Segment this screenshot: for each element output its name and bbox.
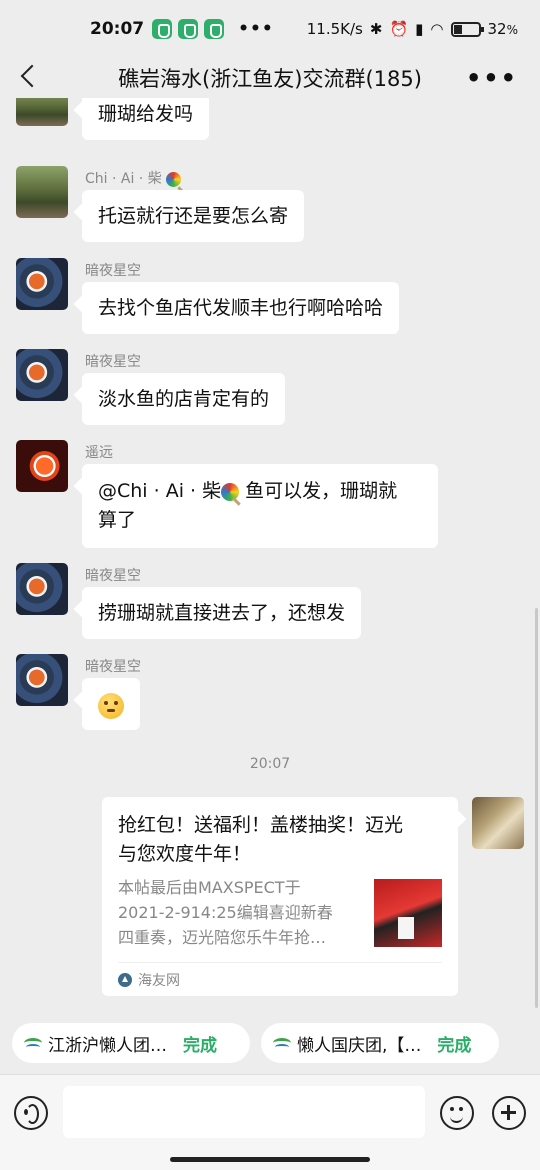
emoji-icon[interactable]: [440, 1096, 474, 1130]
avatar[interactable]: [16, 98, 68, 126]
more-icon[interactable]: •••: [466, 64, 518, 92]
lollipop-icon: [166, 171, 182, 187]
avatar[interactable]: [16, 166, 68, 218]
chat-list[interactable]: 珊瑚给发吗 Chi · Ai · 柴 托运就行还是要怎么寄 暗夜星空 去找个鱼店…: [0, 98, 540, 1012]
group-buy-icon: [24, 1038, 42, 1048]
sender-name: Chi · Ai · 柴: [85, 168, 182, 188]
thinking-face-icon: [98, 692, 124, 719]
message-input[interactable]: [63, 1086, 425, 1138]
mention[interactable]: @Chi · Ai · 柴: [98, 480, 221, 502]
message-line: 算了: [98, 509, 137, 531]
group-buy-icon: [273, 1038, 291, 1048]
voice-input-icon[interactable]: [14, 1096, 48, 1130]
message-bubble[interactable]: 去找个鱼店代发顺丰也行啊哈哈哈: [82, 282, 400, 334]
back-icon[interactable]: [14, 60, 44, 94]
shared-link-card[interactable]: 抢红包！送福利！盖楼抽奖！迈光 与您欢度牛年！ 本帖最后由MAXSPECT于 2…: [102, 797, 458, 996]
status-right: 11.5K/s ✱ ⏰ ▮ ◠ 32%: [307, 20, 518, 38]
alarm-icon: ⏰: [389, 20, 409, 38]
task-done-button[interactable]: 完成: [183, 1031, 217, 1056]
plus-icon[interactable]: [492, 1096, 526, 1130]
sender-name: 暗夜星空: [85, 568, 141, 584]
task-label: 江浙沪懒人团…: [48, 1035, 167, 1056]
floating-task-bar: 江浙沪懒人团… 完成 懒人国庆团,【… 完成: [0, 1012, 540, 1074]
battery-icon: [450, 21, 484, 37]
nav-bar: 礁岩海水(浙江鱼友)交流群(185) •••: [0, 58, 540, 98]
message-bubble[interactable]: 捞珊瑚就直接进去了，还想发: [82, 587, 362, 639]
message-bubble[interactable]: 托运就行还是要怎么寄: [82, 190, 305, 242]
app-notification-icon: [178, 19, 199, 39]
task-label: 懒人国庆团,【…: [297, 1035, 422, 1056]
network-speed: 11.5K/s: [306, 20, 363, 38]
my-avatar[interactable]: [472, 797, 524, 849]
avatar[interactable]: [16, 654, 68, 706]
bluetooth-icon: ✱: [369, 20, 383, 38]
card-description: 本帖最后由MAXSPECT于 2021-2-914:25编辑喜迎新春 四重奏，迈…: [118, 878, 333, 947]
battery-level: 32%: [487, 20, 519, 38]
sender-name: 暗夜星空: [85, 354, 141, 370]
site-icon: [118, 972, 132, 987]
avatar[interactable]: [16, 563, 68, 615]
avatar[interactable]: [16, 258, 68, 310]
card-source: 海友网: [118, 962, 442, 996]
sender-name: 暗夜星空: [85, 659, 141, 675]
card-title: 抢红包！送福利！盖楼抽奖！迈光 与您欢度牛年！: [118, 814, 404, 865]
status-bar: 20:07 ••• 11.5K/s ✱ ⏰ ▮ ◠ 32%: [0, 0, 540, 58]
message-bubble[interactable]: 淡水鱼的店肯定有的: [82, 373, 286, 425]
card-body: 本帖最后由MAXSPECT于 2021-2-914:25编辑喜迎新春 四重奏，迈…: [118, 875, 442, 950]
message-line: @Chi · Ai · 柴 鱼可以发，珊瑚就: [98, 480, 398, 502]
avatar[interactable]: [16, 349, 68, 401]
chat-title: 礁岩海水(浙江鱼友)交流群(185): [118, 67, 422, 91]
timestamp: 20:07: [249, 756, 291, 772]
task-done-button[interactable]: 完成: [437, 1031, 471, 1056]
more-notifications-icon: •••: [238, 19, 274, 39]
status-time: 20:07: [90, 19, 145, 39]
wifi-icon: ◠: [430, 20, 444, 38]
home-indicator[interactable]: [170, 1157, 370, 1162]
card-source-name: 海友网: [138, 972, 180, 989]
message-bubble[interactable]: @Chi · Ai · 柴 鱼可以发，珊瑚就 算了: [82, 464, 438, 548]
sender-name: 遥远: [85, 445, 113, 461]
card-thumbnail: [374, 879, 442, 947]
app-notification-icon: [204, 19, 225, 39]
app-notification-icon: [152, 19, 173, 39]
sender-name: 暗夜星空: [85, 263, 141, 279]
signal-icon: ▮: [415, 20, 424, 38]
avatar[interactable]: [16, 440, 68, 492]
message-bubble[interactable]: 珊瑚给发吗: [82, 98, 210, 140]
floating-task[interactable]: 江浙沪懒人团… 完成: [12, 1023, 250, 1063]
message-bubble[interactable]: [82, 678, 140, 730]
scrollbar[interactable]: [535, 608, 538, 1008]
floating-task[interactable]: 懒人国庆团,【… 完成: [261, 1023, 499, 1063]
lollipop-icon: [221, 482, 240, 501]
input-bar: [0, 1074, 540, 1170]
